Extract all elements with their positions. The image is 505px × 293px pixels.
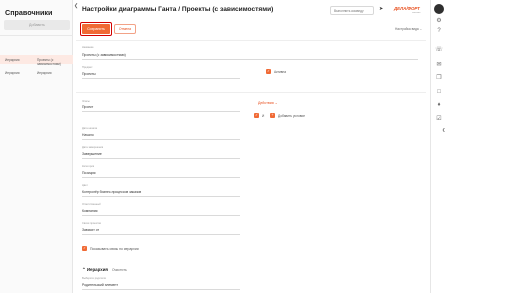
start-underline xyxy=(82,139,240,140)
divider xyxy=(76,92,426,93)
end-underline xyxy=(82,158,240,159)
active-checkbox-label: Активна xyxy=(274,70,287,74)
list-item-type: Иерархия xyxy=(5,58,20,62)
links-underline xyxy=(82,234,240,235)
links-label: Связи проектов xyxy=(82,222,101,225)
divider xyxy=(76,40,426,41)
subject-underline xyxy=(82,78,240,79)
save-button-label: Сохранить xyxy=(82,24,110,34)
list-item-name: Иерархия xyxy=(37,71,52,75)
brand-name: ДЕЛА/ФОРТ xyxy=(394,6,420,11)
subject-field[interactable]: Проекты xyxy=(82,72,96,76)
parent-underline xyxy=(82,289,240,290)
phone-icon[interactable]: ☏ xyxy=(435,46,443,54)
sidebar-add-button[interactable]: Добавить xyxy=(4,20,70,30)
start-field[interactable]: Начало xyxy=(82,133,94,137)
name-underline xyxy=(82,59,418,60)
save-button[interactable]: Сохранить xyxy=(80,22,112,36)
end-field[interactable]: Завершение xyxy=(82,152,102,156)
gear-icon[interactable]: ⚙ xyxy=(435,17,443,25)
hierarchy-section-title[interactable]: ⌃ Иерархия xyxy=(82,267,108,273)
form-settings-label: Настройка вида xyxy=(395,27,419,31)
expand-rail-icon[interactable]: ❮ xyxy=(442,127,445,132)
cancel-button[interactable]: Отмена xyxy=(114,24,136,34)
sidebar-divider xyxy=(0,35,73,36)
color-label: Цвет xyxy=(82,184,88,187)
form-settings-link[interactable]: Настройка вида ⌄ xyxy=(395,27,422,31)
actions-label: Действия xyxy=(258,101,274,105)
mail-icon[interactable]: ✉ xyxy=(435,61,443,69)
hierarchy-title: Иерархия xyxy=(86,267,108,272)
page-title: Настройки диаграммы Ганта / Проекты (с з… xyxy=(82,6,274,13)
category-label: Категория xyxy=(82,165,95,168)
task-icon[interactable]: ☑ xyxy=(435,115,443,123)
category-underline xyxy=(82,177,240,178)
hierarchy-clear-button[interactable]: Очистить xyxy=(112,268,127,272)
responsible-field[interactable]: Компания xyxy=(82,209,98,213)
list-item-type: Иерархия xyxy=(5,71,20,75)
right-rail: ⚙ ? ☏ ✉ ❐ □ ♦ ☑ xyxy=(430,0,446,293)
start-label: Дата начала xyxy=(82,127,98,130)
stage-underline xyxy=(82,111,240,112)
responsible-underline xyxy=(82,215,240,216)
avatar[interactable] xyxy=(434,4,444,14)
end-label: Дата завершения xyxy=(82,146,104,149)
and-checkbox[interactable]: ✓ xyxy=(254,113,259,118)
list-item-name: Проекты (с зависимостями) xyxy=(37,58,61,66)
category-field[interactable]: Позиция xyxy=(82,171,95,175)
subject-label: Предмет xyxy=(82,66,93,69)
sidebar: Справочники Добавить Иерархия Проекты (с… xyxy=(0,0,73,293)
links-field[interactable]: Зависит от xyxy=(82,228,99,232)
color-field[interactable]: Контролёр бизнес-процессов заказов xyxy=(82,190,141,194)
show-links-checkbox[interactable]: ✓ xyxy=(82,246,87,251)
sidebar-title: Справочники xyxy=(5,8,53,17)
stage-label: Этапы xyxy=(82,100,90,103)
actions-dropdown[interactable]: Действия ⌄ xyxy=(258,101,278,105)
color-underline xyxy=(82,196,240,197)
list-item[interactable]: Иерархия Иерархия xyxy=(0,68,73,77)
add-conditions-icon[interactable]: + xyxy=(270,113,275,118)
name-label: Название xyxy=(82,46,94,49)
and-checkbox-label: И xyxy=(262,114,265,118)
bell-icon[interactable]: ♦ xyxy=(435,101,443,109)
add-conditions-label[interactable]: Добавить условие xyxy=(278,114,305,118)
active-checkbox[interactable]: ✓ xyxy=(266,69,271,74)
name-field[interactable]: Проекты (с зависимостями) xyxy=(82,53,126,57)
parent-label: Выберите родителя xyxy=(82,277,106,280)
brand-logo: ДЕЛА/ФОРТ система xyxy=(394,6,426,16)
list-item[interactable]: Иерархия Проекты (с зависимостями) xyxy=(0,55,73,66)
show-links-label: Показывать связь по иерархии xyxy=(90,247,139,251)
stage-field[interactable]: Проект xyxy=(82,105,93,109)
help-icon[interactable]: ? xyxy=(435,27,443,35)
parent-field[interactable]: Родительский элемент xyxy=(82,283,118,287)
copy-icon[interactable]: ❐ xyxy=(435,74,443,82)
send-icon[interactable]: ➤ xyxy=(379,6,383,12)
responsible-label: Ответственный xyxy=(82,203,101,206)
brand-subtitle: система xyxy=(412,12,421,14)
chat-icon[interactable]: □ xyxy=(435,88,443,96)
command-input[interactable] xyxy=(330,6,374,15)
collapse-sidebar-icon[interactable]: ❮ xyxy=(74,3,78,9)
